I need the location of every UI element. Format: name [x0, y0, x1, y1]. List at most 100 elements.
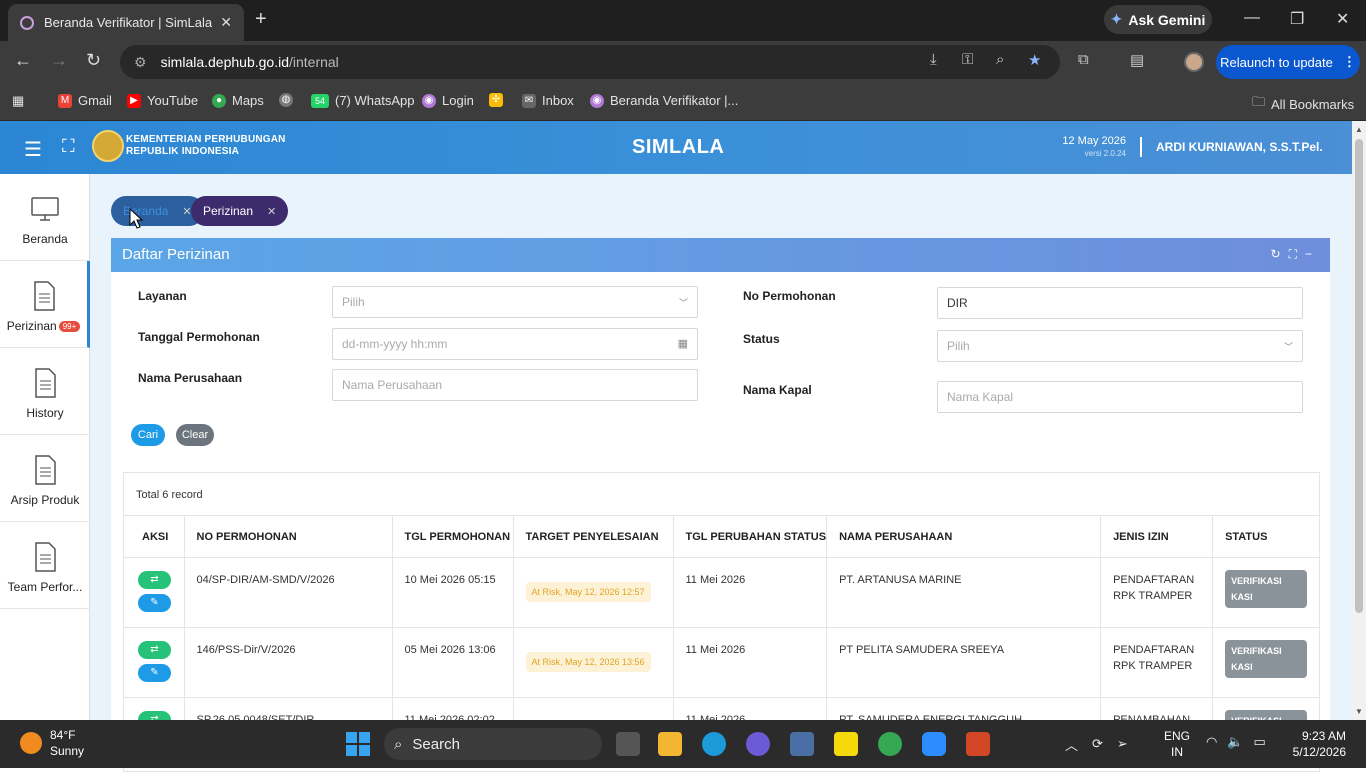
- sidebar-item-arsip-produk[interactable]: Arsip Produk: [0, 435, 90, 522]
- zoom-app-icon[interactable]: [922, 732, 946, 756]
- column-header[interactable]: JENIS IZIN: [1100, 515, 1214, 558]
- ask-gemini-button[interactable]: ✦ Ask Gemini: [1104, 5, 1212, 34]
- sticky-notes-icon[interactable]: [834, 732, 858, 756]
- location-icon[interactable]: ➢: [1117, 736, 1128, 752]
- collapse-icon[interactable]: −: [1305, 247, 1320, 261]
- column-header[interactable]: TGL PERUBAHAN STATUS: [673, 515, 828, 558]
- bookmark-maps[interactable]: ● Maps: [212, 93, 264, 108]
- weather-widget[interactable]: 84°F Sunny: [20, 727, 84, 759]
- sidebar-item-team-performance[interactable]: Team Perfor...: [0, 522, 90, 609]
- bookmark-inbox[interactable]: ✉ Inbox: [522, 93, 574, 108]
- all-bookmarks[interactable]: 🗀 All Bookmarks: [1252, 93, 1354, 115]
- taskbar-search[interactable]: ⌕ Search: [384, 728, 602, 760]
- date: 5/12/2026: [1292, 745, 1346, 759]
- scroll-up-icon[interactable]: ▲: [1355, 125, 1363, 134]
- relaunch-label: Relaunch to update: [1220, 54, 1333, 70]
- minimize-icon[interactable]: —: [1244, 9, 1260, 27]
- column-header[interactable]: NO PERMOHONAN: [184, 515, 393, 558]
- tab-title: Beranda Verifikator | SimLala: [44, 15, 213, 30]
- more-menu-icon[interactable]: ⋮: [1343, 54, 1356, 70]
- simlala-icon: ◉: [590, 93, 604, 108]
- transfer-button[interactable]: ⇄: [138, 641, 171, 659]
- bookmark-youtube[interactable]: ▶ YouTube: [127, 93, 198, 108]
- fullscreen-icon[interactable]: ⛶: [62, 136, 75, 157]
- close-tab-icon[interactable]: ✕: [267, 205, 276, 218]
- close-window-icon[interactable]: ✕: [1336, 9, 1349, 29]
- clock[interactable]: 9:23 AM 5/12/2026: [1286, 728, 1346, 760]
- expand-icon[interactable]: ⛶: [1289, 247, 1305, 261]
- browser-tab-bar: Beranda Verifikator | SimLala ✕ + ✦ Ask …: [0, 0, 1366, 41]
- zoom-icon[interactable]: ⌕: [996, 51, 1004, 68]
- reload-icon[interactable]: ↻: [86, 50, 101, 71]
- windows-start-icon[interactable]: [346, 732, 370, 756]
- edit-button[interactable]: ✎: [138, 594, 171, 612]
- user-name[interactable]: ARDI KURNIAWAN, S.S.T.Pel.: [1156, 140, 1323, 154]
- sync-icon[interactable]: ⟳: [1092, 736, 1103, 752]
- new-tab-icon[interactable]: +: [255, 8, 267, 31]
- column-header[interactable]: STATUS: [1212, 515, 1320, 558]
- profile-avatar[interactable]: [1184, 52, 1204, 72]
- tab-beranda[interactable]: Beranda ✕: [111, 196, 204, 226]
- file-explorer-icon[interactable]: [658, 732, 682, 756]
- bookmark-label: Inbox: [542, 93, 574, 108]
- powerpoint-icon[interactable]: [966, 732, 990, 756]
- sidebar-item-beranda[interactable]: Beranda: [0, 174, 90, 261]
- perusahaan-cell: PT. ARTANUSA MARINE: [826, 557, 1102, 628]
- hamburger-menu-icon[interactable]: ☰: [24, 137, 42, 162]
- tab-search-icon[interactable]: ▤: [1130, 51, 1144, 69]
- task-view-icon[interactable]: [616, 732, 640, 756]
- apps-grid-icon[interactable]: ▦: [12, 93, 24, 109]
- calendar-icon[interactable]: ▦: [678, 337, 688, 350]
- status-select[interactable]: Pilih ﹀: [937, 330, 1303, 362]
- bookmark-simlala[interactable]: ◉ Beranda Verifikator |...: [590, 93, 738, 108]
- bookmark-pinwheel[interactable]: ✣: [489, 93, 503, 107]
- nama-perusahaan-input[interactable]: Nama Perusahaan: [332, 369, 698, 401]
- sidebar-item-history[interactable]: History: [0, 348, 90, 435]
- relaunch-button[interactable]: Relaunch to update ⋮: [1216, 45, 1360, 79]
- clear-button[interactable]: Clear: [176, 424, 214, 446]
- language-indicator[interactable]: ENG IN: [1164, 728, 1190, 760]
- scrollbar-thumb[interactable]: [1355, 139, 1363, 613]
- column-header[interactable]: NAMA PERUSAHAAN: [826, 515, 1102, 558]
- tgl-permohonan-cell: 10 Mei 2026 05:15: [392, 557, 514, 628]
- column-header[interactable]: TGL PERMOHONAN: [392, 515, 514, 558]
- nama-kapal-input[interactable]: Nama Kapal: [937, 381, 1303, 413]
- back-icon[interactable]: ←: [14, 50, 32, 71]
- total-records: Total 6 record: [136, 489, 203, 501]
- cari-button[interactable]: Cari: [131, 424, 165, 446]
- table-row: ⇄ ✎ 146/PSS-Dir/V/2026 05 Mei 2026 13:06…: [124, 627, 1320, 698]
- page-scrollbar[interactable]: ▲ ▼: [1352, 121, 1366, 720]
- tray-status-icons[interactable]: ◠ 🔈 ▭: [1206, 734, 1266, 750]
- chrome-icon[interactable]: [878, 732, 902, 756]
- all-bookmarks-label: All Bookmarks: [1271, 96, 1355, 112]
- edge-icon[interactable]: [702, 732, 726, 756]
- refresh-icon[interactable]: ↻: [1271, 247, 1289, 261]
- close-tab-icon[interactable]: ✕: [220, 14, 232, 31]
- maximize-icon[interactable]: ❐: [1290, 9, 1304, 29]
- browser-tab[interactable]: Beranda Verifikator | SimLala ✕: [8, 4, 244, 41]
- bookmark-star-icon[interactable]: ★: [1028, 51, 1041, 69]
- scroll-down-icon[interactable]: ▼: [1355, 707, 1363, 716]
- extensions-icon[interactable]: ⧉: [1078, 51, 1089, 68]
- layanan-select[interactable]: Pilih ﹀: [332, 286, 698, 318]
- address-bar[interactable]: ⚙ simlala.dephub.go.id/internal: [120, 45, 1060, 79]
- site-info-icon[interactable]: ⚙: [134, 54, 147, 71]
- chevron-up-icon[interactable]: ︿: [1065, 735, 1078, 754]
- column-header[interactable]: TARGET PENYELESAIAN: [513, 515, 674, 558]
- bookmark-gmail[interactable]: M Gmail: [58, 93, 112, 108]
- tanggal-permohonan-input[interactable]: dd-mm-yyyy hh:mm ▦: [332, 328, 698, 360]
- password-key-icon[interactable]: ⚿: [962, 51, 973, 68]
- bookmark-login[interactable]: ◉ Login: [422, 93, 474, 108]
- sidebar-item-perizinan[interactable]: Perizinan 99+: [0, 261, 90, 348]
- copilot-icon[interactable]: [746, 732, 770, 756]
- transfer-button[interactable]: ⇄: [138, 571, 171, 589]
- bookmark-whatsapp[interactable]: 54 (7) WhatsApp: [311, 93, 414, 108]
- bookmark-globe[interactable]: ◍: [279, 93, 293, 107]
- no-permohonan-input[interactable]: DIR: [937, 287, 1303, 319]
- forward-icon[interactable]: →: [50, 50, 68, 71]
- tab-perizinan[interactable]: Perizinan ✕: [191, 196, 289, 226]
- camera-icon[interactable]: [790, 732, 814, 756]
- install-app-icon[interactable]: ⤓: [930, 51, 937, 68]
- edit-button[interactable]: ✎: [138, 664, 171, 682]
- org-name: KEMENTERIAN PERHUBUNGAN REPUBLIK INDONES…: [126, 134, 286, 158]
